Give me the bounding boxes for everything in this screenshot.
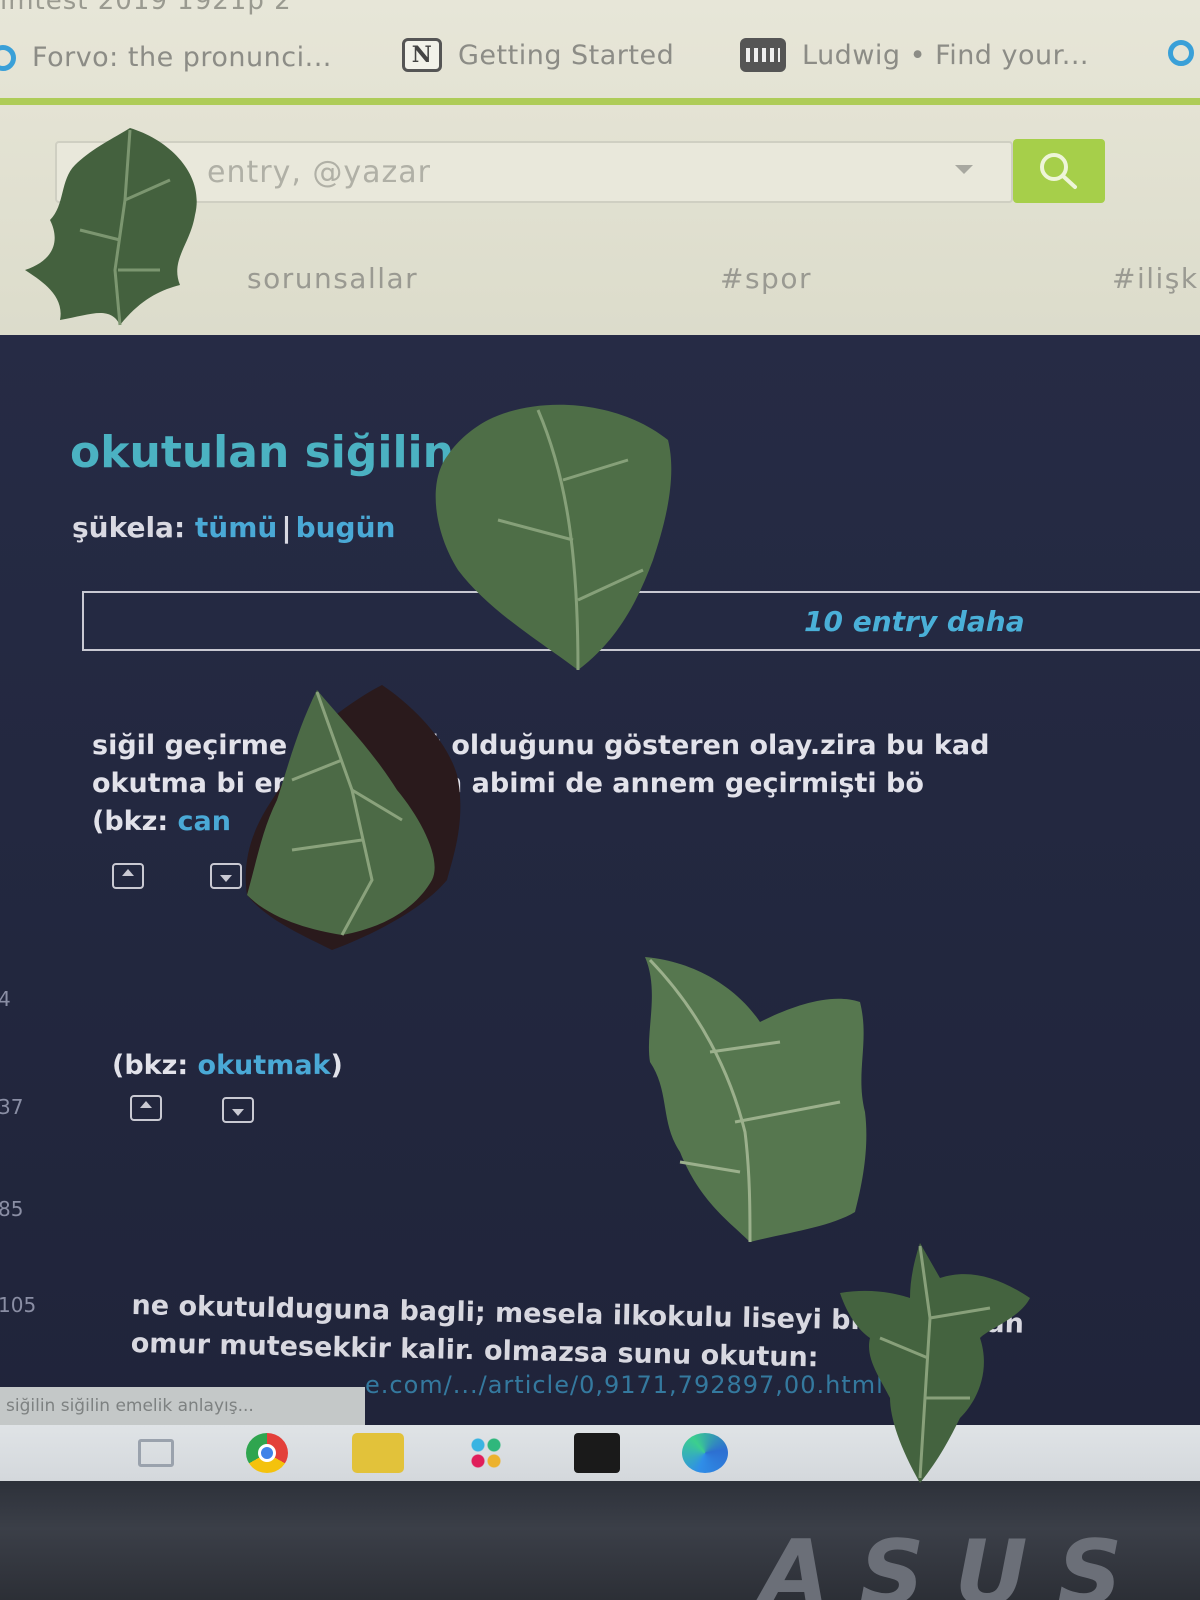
upvote-icon[interactable] (112, 863, 144, 889)
sukela-today-link[interactable]: bugün (296, 511, 396, 544)
sukela-label: şükela: (72, 511, 186, 544)
task-view-icon[interactable] (138, 1439, 174, 1467)
entry-line: okutma bi emiştir.benim abimi de annem g… (92, 768, 924, 799)
bookmark-circle-icon (1168, 40, 1194, 66)
edge-icon[interactable] (682, 1433, 728, 1473)
bookmark-more[interactable] (1168, 40, 1194, 66)
entry: siğil geçirme nsic büyü olduğunu göstere… (92, 727, 989, 841)
photo: imtest 2019 1921p 2 Forvo: the pronunci.… (0, 0, 1200, 1600)
entry-line: siğil geçirme nsic büyü olduğunu göstere… (92, 730, 990, 761)
sukela-all-link[interactable]: tümü (195, 511, 277, 544)
bkz-link[interactable]: okutmak (198, 1050, 331, 1081)
forvo-circle-icon (0, 44, 16, 71)
tab-sorunsallar[interactable]: sorunsallar (247, 262, 418, 295)
search-button[interactable] (1013, 139, 1105, 203)
notion-icon: N (402, 38, 442, 72)
search-placeholder: entry, @yazar (207, 155, 431, 190)
entry: (bkz: okutmak) (112, 1047, 343, 1085)
tab-spor[interactable]: #spor (720, 262, 812, 295)
laptop-logo: ASUS (760, 1521, 1153, 1600)
side-number: 4 (0, 987, 11, 1011)
bkz-suffix: ) (330, 1050, 343, 1081)
search-icon (1040, 153, 1077, 189)
leaf-overlay (25, 128, 197, 326)
side-number: 85 (0, 1197, 24, 1221)
chevron-down-icon[interactable] (955, 165, 973, 174)
bkz-prefix: (bkz: (112, 1050, 198, 1081)
bookmark-label: Ludwig • Find your... (802, 39, 1090, 71)
bookmark-label: Getting Started (458, 39, 675, 71)
taskbar-tooltip: siğilin siğilin emelik anlayış... (0, 1387, 365, 1425)
laptop-bezel: ASUS (0, 1481, 1200, 1600)
header-accent-line (0, 98, 1200, 105)
bookmark-forvo[interactable]: Forvo: the pronunci... (0, 42, 332, 73)
more-entries-label: 10 entry daha (804, 605, 1025, 638)
side-number: 105 (0, 1293, 37, 1317)
sukela-filter: şükela: tümü | bugün (72, 511, 395, 544)
bkz-prefix: (bkz: (92, 806, 178, 837)
entry-url-link[interactable]: e.com/.../article/0,9171,792897,00.html (365, 1371, 884, 1399)
sukela-separator: | (281, 511, 292, 544)
leaf-overlay (645, 957, 867, 1243)
typewriter-icon (740, 38, 786, 72)
slack-icon[interactable] (466, 1433, 506, 1473)
leaf-overlay (245, 685, 461, 950)
bkz-link[interactable]: can (178, 806, 231, 837)
chrome-icon[interactable] (246, 1433, 288, 1473)
leaf-overlay (840, 1243, 1030, 1483)
bookmark-ludwig[interactable]: Ludwig • Find your... (740, 38, 1089, 72)
figma-icon[interactable] (574, 1433, 620, 1473)
upvote-icon[interactable] (130, 1095, 162, 1121)
bookmarks-bar: Forvo: the pronunci... N Getting Started… (0, 38, 1200, 94)
downvote-icon[interactable] (222, 1097, 254, 1123)
window-title: imtest 2019 1921p 2 (0, 0, 292, 16)
bookmark-getting-started[interactable]: N Getting Started (402, 38, 674, 72)
side-number: 37 (0, 1095, 24, 1119)
leaf-overlay (435, 404, 672, 671)
todo-icon[interactable] (352, 1433, 404, 1473)
bookmark-label: Forvo: the pronunci... (32, 42, 332, 73)
tab-iliski[interactable]: #ilişk (1112, 262, 1199, 295)
